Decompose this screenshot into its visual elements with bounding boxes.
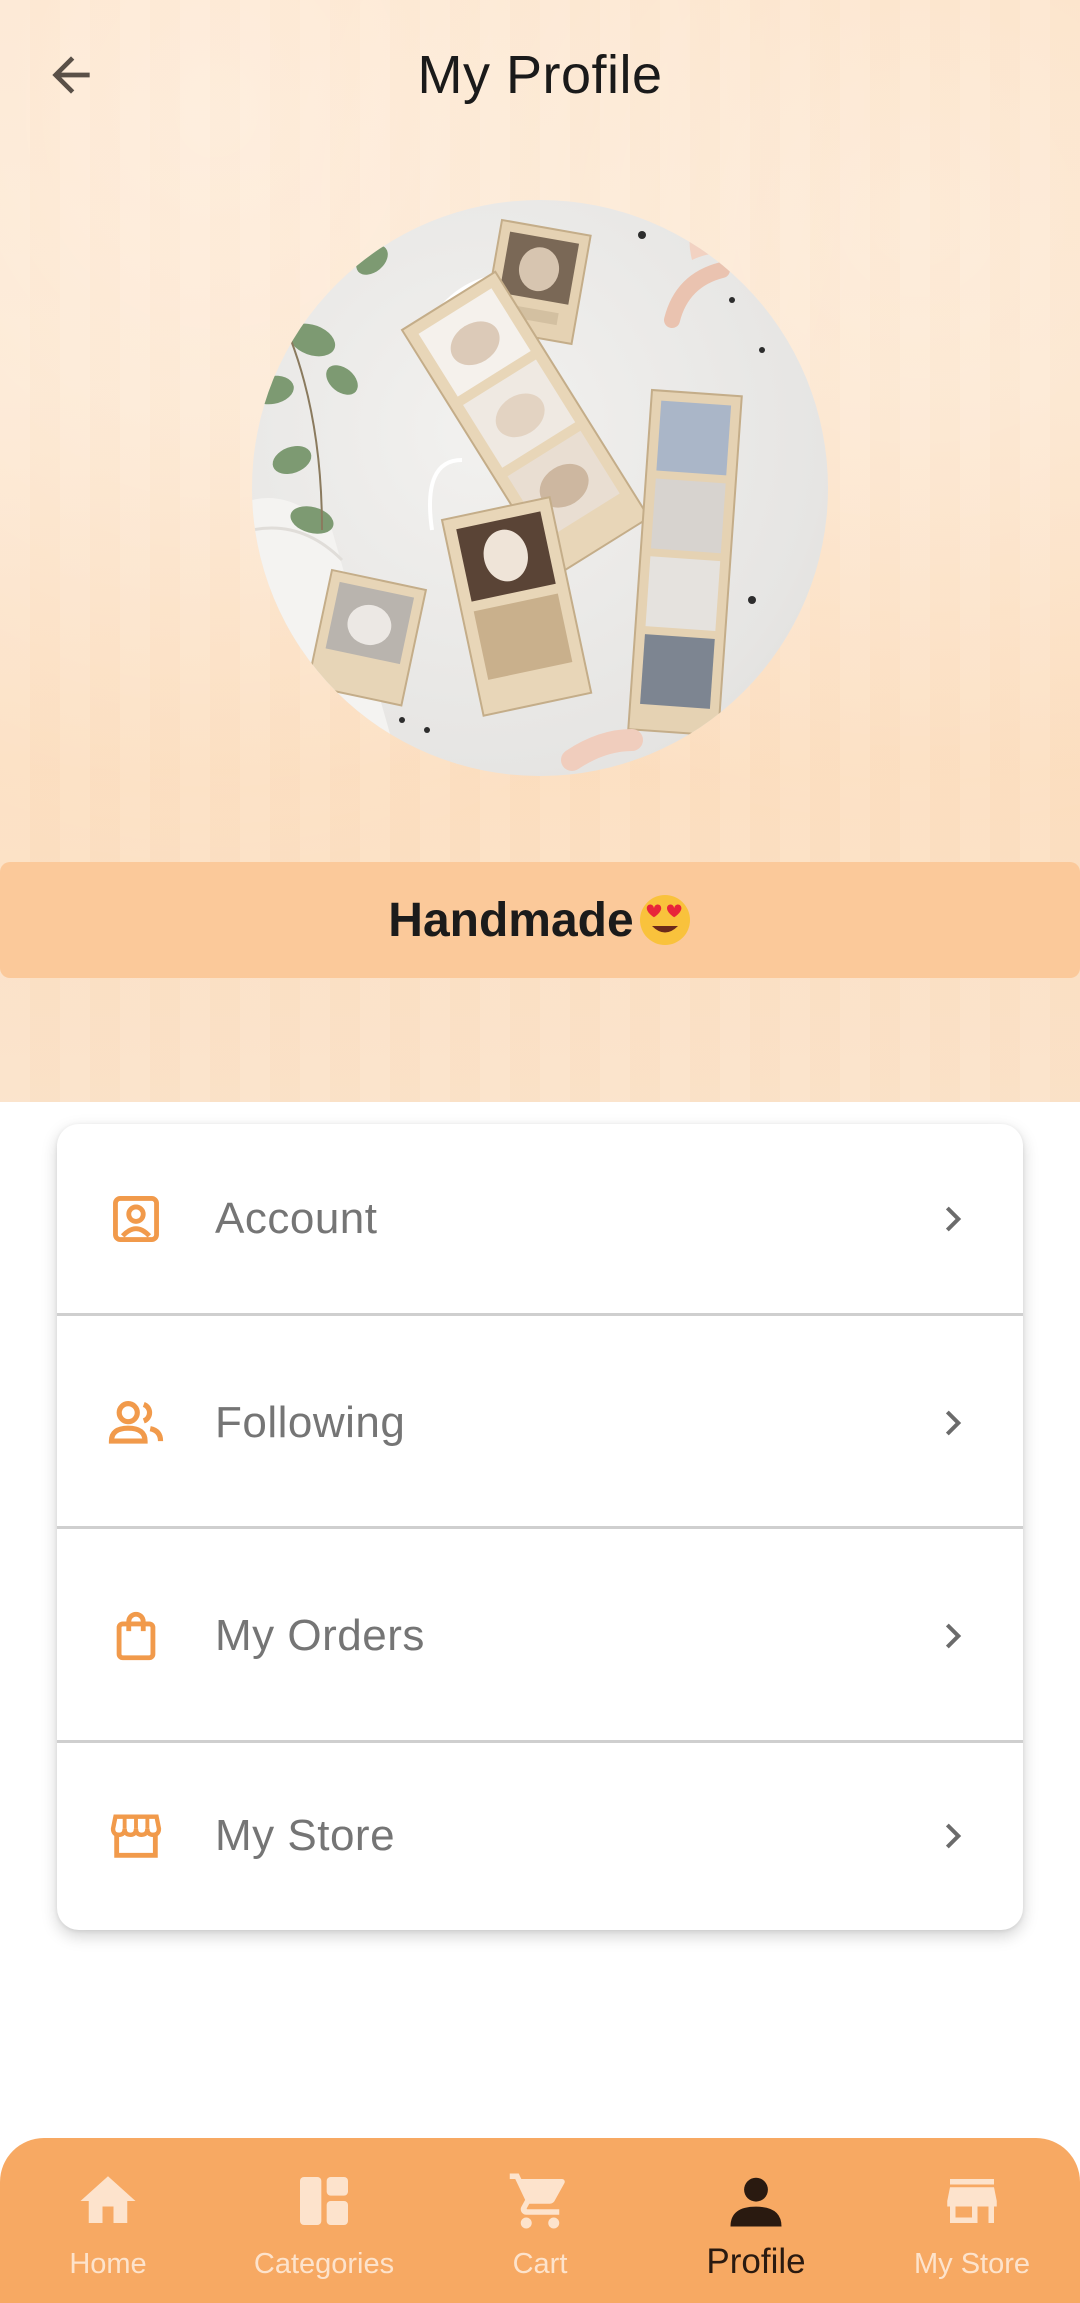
account-box-icon (105, 1188, 167, 1250)
chevron-right-icon (933, 1403, 973, 1443)
nav-label: Categories (253, 2248, 395, 2280)
person-icon (721, 2166, 791, 2236)
bottom-navigation: Home Categories Cart Profile My Store (0, 2138, 1080, 2303)
profile-name: Handmade (388, 893, 634, 947)
chevron-right-icon (933, 1616, 973, 1656)
profile-menu: Account Following My Orders My Store (57, 1124, 1023, 1930)
nav-cart[interactable]: Cart (432, 2138, 648, 2303)
menu-item-label: Following (215, 1397, 406, 1447)
store-icon (937, 2166, 1007, 2236)
nav-label: My Store (913, 2248, 1031, 2280)
nav-label: Home (69, 2248, 147, 2280)
chevron-right-icon (933, 1199, 973, 1239)
nav-my-store[interactable]: My Store (864, 2138, 1080, 2303)
menu-item-label: My Orders (215, 1610, 425, 1660)
cart-icon (505, 2166, 575, 2236)
menu-item-my-store[interactable]: My Store (57, 1742, 1023, 1930)
dashboard-icon (289, 2166, 359, 2236)
avatar-illustration (252, 200, 828, 776)
nav-profile[interactable]: Profile (648, 2138, 864, 2303)
shopping-bag-icon (105, 1605, 167, 1667)
menu-item-label: Account (215, 1194, 378, 1243)
nav-label: Cart (512, 2248, 568, 2280)
nav-label: Profile (706, 2242, 806, 2281)
menu-item-following[interactable]: Following (57, 1316, 1023, 1529)
profile-header: My Profile Handmade (0, 0, 1080, 1102)
profile-avatar[interactable] (252, 200, 828, 776)
page-title: My Profile (417, 45, 663, 105)
people-icon (105, 1392, 167, 1454)
storefront-icon (105, 1805, 167, 1867)
home-icon (73, 2166, 143, 2236)
nav-home[interactable]: Home (0, 2138, 216, 2303)
chevron-right-icon (933, 1816, 973, 1856)
menu-item-my-orders[interactable]: My Orders (57, 1529, 1023, 1742)
profile-name-banner: Handmade (0, 862, 1080, 978)
heart-eyes-emoji-icon (639, 895, 690, 945)
nav-categories[interactable]: Categories (216, 2138, 432, 2303)
menu-item-label: My Store (215, 1811, 396, 1860)
menu-item-account[interactable]: Account (57, 1124, 1023, 1314)
